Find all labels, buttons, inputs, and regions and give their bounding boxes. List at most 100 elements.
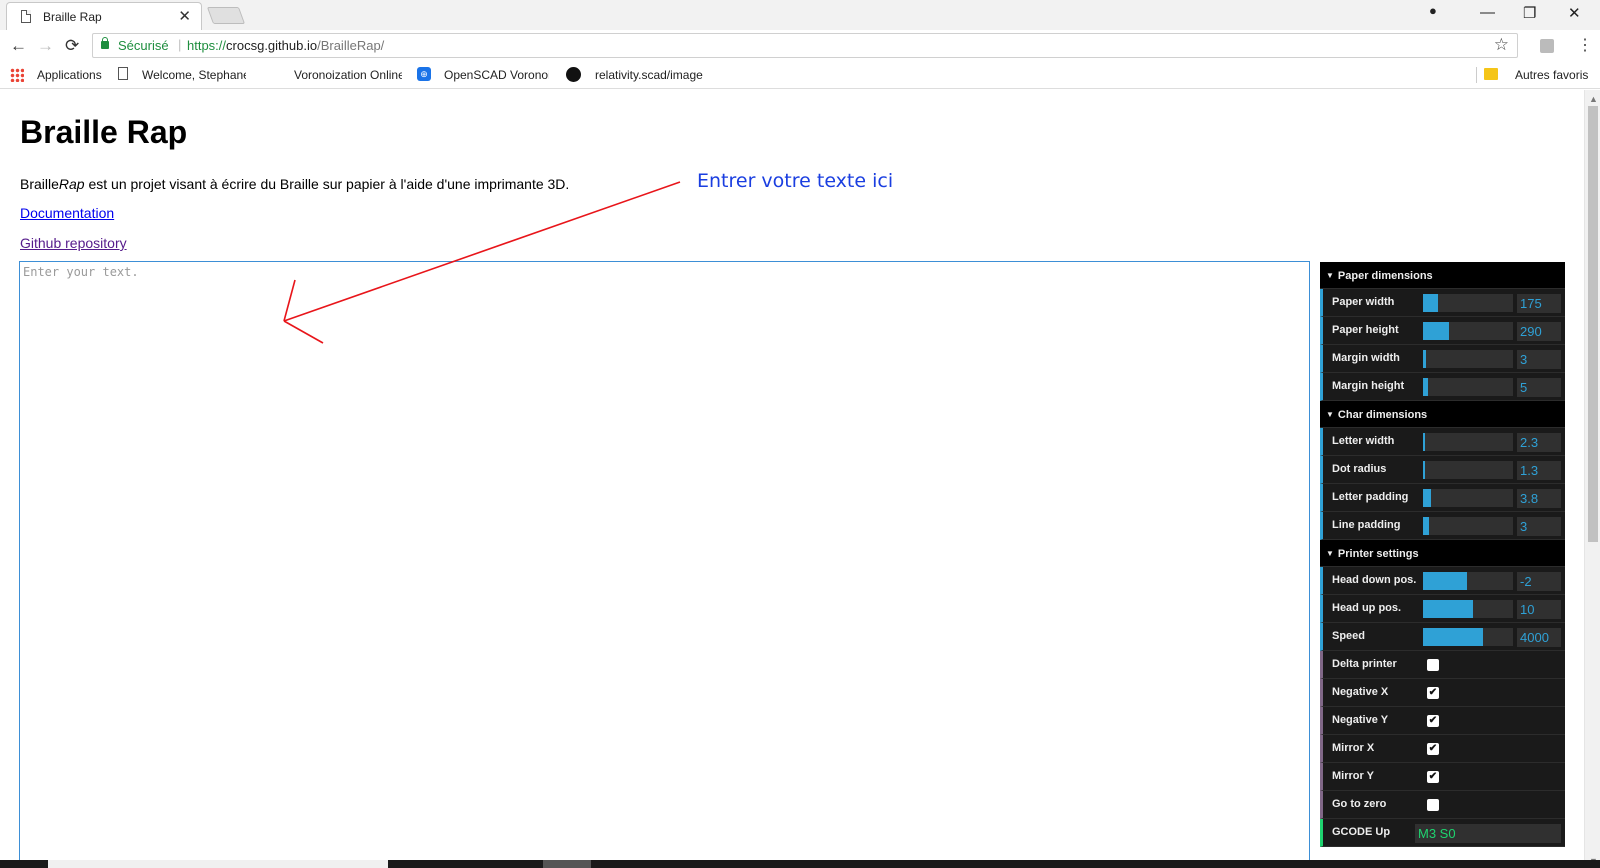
bookmark-other-favorites[interactable]: Autres favoris xyxy=(1515,68,1588,82)
address-bar[interactable]: Sécurisé | https://crocsg.github.io/Brai… xyxy=(92,33,1518,58)
head-up-pos-input[interactable]: 10 xyxy=(1517,600,1561,619)
intro-emphasis: Rap xyxy=(58,176,85,192)
letter-width-slider[interactable] xyxy=(1423,433,1513,451)
mirror-y-checkbox[interactable]: ✔ xyxy=(1427,771,1439,783)
setting-letter-padding: Letter padding 3.8 xyxy=(1320,484,1565,512)
line-padding-slider[interactable] xyxy=(1423,517,1513,535)
head-down-pos-input[interactable]: -2 xyxy=(1517,572,1561,591)
url-host: crocsg.github.io xyxy=(226,38,318,53)
collapse-caret-icon: ▼ xyxy=(1326,271,1334,280)
negative-x-checkbox[interactable]: ✔ xyxy=(1427,687,1439,699)
forward-button[interactable]: → xyxy=(37,36,54,56)
margin-width-input[interactable]: 3 xyxy=(1517,350,1561,369)
setting-speed: Speed 4000 xyxy=(1320,623,1565,651)
slider-fill xyxy=(1423,600,1473,618)
setting-label: Dot radius xyxy=(1332,463,1387,475)
letter-padding-slider[interactable] xyxy=(1423,489,1513,507)
section-paper-dimensions[interactable]: ▼ Paper dimensions xyxy=(1320,262,1565,289)
tab-close-icon[interactable]: ✕ xyxy=(178,7,191,25)
browser-menu-icon[interactable]: ⋮ xyxy=(1577,35,1593,55)
negative-y-checkbox[interactable]: ✔ xyxy=(1427,715,1439,727)
setting-letter-width: Letter width 2.3 xyxy=(1320,428,1565,456)
slider-fill xyxy=(1423,322,1449,340)
apps-grid-icon[interactable] xyxy=(10,68,24,82)
page-icon xyxy=(21,10,31,23)
head-up-pos-slider[interactable] xyxy=(1423,600,1513,618)
setting-paper-height: Paper height 290 xyxy=(1320,317,1565,345)
setting-label: Delta printer xyxy=(1332,658,1397,670)
extension-icon[interactable] xyxy=(1540,39,1554,53)
slider-fill xyxy=(1423,433,1425,451)
url-text[interactable]: https://crocsg.github.io/BrailleRap/ xyxy=(187,38,384,53)
delta-printer-checkbox[interactable] xyxy=(1427,659,1439,671)
taskbar-item[interactable] xyxy=(48,860,388,868)
bookmark-item[interactable]: Voronoization Online xyxy=(294,68,402,82)
mirror-x-checkbox[interactable]: ✔ xyxy=(1427,743,1439,755)
tab-title: Braille Rap xyxy=(43,10,102,24)
slider-fill xyxy=(1423,294,1438,312)
setting-label: Mirror Y xyxy=(1332,770,1374,782)
setting-delta-printer: Delta printer xyxy=(1320,651,1565,679)
back-button[interactable]: ← xyxy=(10,36,27,56)
annotation-text: Entrer votre texte ici xyxy=(697,170,894,192)
line-padding-input[interactable]: 3 xyxy=(1517,517,1561,536)
braille-text-input[interactable] xyxy=(19,261,1310,868)
margin-height-input[interactable]: 5 xyxy=(1517,378,1561,397)
setting-label: Head up pos. xyxy=(1332,602,1402,614)
page-content: Braille Rap BrailleRap est un projet vis… xyxy=(0,90,1584,868)
setting-label: Margin width xyxy=(1332,352,1400,364)
gcode-up-input[interactable]: M3 S0 xyxy=(1415,824,1561,843)
speed-slider[interactable] xyxy=(1423,628,1513,646)
intro-text: BrailleRap est un projet visant à écrire… xyxy=(20,176,569,192)
close-window-button[interactable]: ✕ xyxy=(1568,4,1581,22)
paper-width-slider[interactable] xyxy=(1423,294,1513,312)
paper-height-slider[interactable] xyxy=(1423,322,1513,340)
restore-button[interactable]: ❐ xyxy=(1523,4,1536,22)
setting-mirror-y: Mirror Y ✔ xyxy=(1320,763,1565,791)
go-to-zero-checkbox[interactable] xyxy=(1427,799,1439,811)
paper-width-input[interactable]: 175 xyxy=(1517,294,1561,313)
bookmark-item[interactable]: Welcome, Stephane! xyxy=(142,68,246,82)
head-down-pos-slider[interactable] xyxy=(1423,572,1513,590)
speed-input[interactable]: 4000 xyxy=(1517,628,1561,647)
margin-width-slider[interactable] xyxy=(1423,350,1513,368)
setting-margin-height: Margin height 5 xyxy=(1320,373,1565,401)
scroll-thumb[interactable] xyxy=(1588,106,1598,542)
slider-fill xyxy=(1423,628,1483,646)
new-tab-button[interactable] xyxy=(206,7,246,24)
browser-tab[interactable]: Braille Rap ✕ xyxy=(6,2,202,30)
settings-panel: ▼ Paper dimensions Paper width 175 Paper hei… xyxy=(1320,262,1565,847)
profile-icon[interactable]: ● xyxy=(1429,3,1437,18)
section-char-dimensions[interactable]: ▼ Char dimensions xyxy=(1320,401,1565,428)
bookmark-item[interactable]: relativity.scad/image xyxy=(595,68,703,82)
dot-radius-input[interactable]: 1.3 xyxy=(1517,461,1561,480)
collapse-caret-icon: ▼ xyxy=(1326,549,1334,558)
reload-button[interactable]: ⟳ xyxy=(65,36,79,56)
bookmark-item[interactable]: OpenSCAD Voronoi xyxy=(444,68,549,82)
section-title: Printer settings xyxy=(1337,548,1419,560)
scroll-up-icon[interactable]: ▲ xyxy=(1589,94,1598,104)
bookmark-separator xyxy=(1476,67,1477,83)
setting-label: Go to zero xyxy=(1332,798,1387,810)
bookmark-star-icon[interactable]: ☆ xyxy=(1494,35,1509,55)
secure-label: Sécurisé xyxy=(118,38,169,53)
letter-padding-input[interactable]: 3.8 xyxy=(1517,489,1561,508)
url-scheme: https:// xyxy=(187,38,227,53)
setting-label: Letter width xyxy=(1332,435,1395,447)
paper-height-input[interactable]: 290 xyxy=(1517,322,1561,341)
intro-prefix: Braille xyxy=(20,176,59,192)
taskbar-item[interactable] xyxy=(543,860,591,868)
setting-label: Negative X xyxy=(1332,686,1389,698)
page-scrollbar[interactable]: ▲ ▼ xyxy=(1584,90,1600,868)
documentation-link[interactable]: Documentation xyxy=(20,205,114,221)
setting-head-up-pos: Head up pos. 10 xyxy=(1320,595,1565,623)
toolbar: ← → ⟳ Sécurisé | https://crocsg.github.i… xyxy=(0,30,1600,62)
section-printer-settings[interactable]: ▼ Printer settings xyxy=(1320,540,1565,567)
minimize-button[interactable]: — xyxy=(1480,4,1495,21)
letter-width-input[interactable]: 2.3 xyxy=(1517,433,1561,452)
setting-label: Margin height xyxy=(1332,380,1405,392)
github-repository-link[interactable]: Github repository xyxy=(20,235,127,251)
dot-radius-slider[interactable] xyxy=(1423,461,1513,479)
bookmark-applications[interactable]: Applications xyxy=(37,68,102,82)
margin-height-slider[interactable] xyxy=(1423,378,1513,396)
